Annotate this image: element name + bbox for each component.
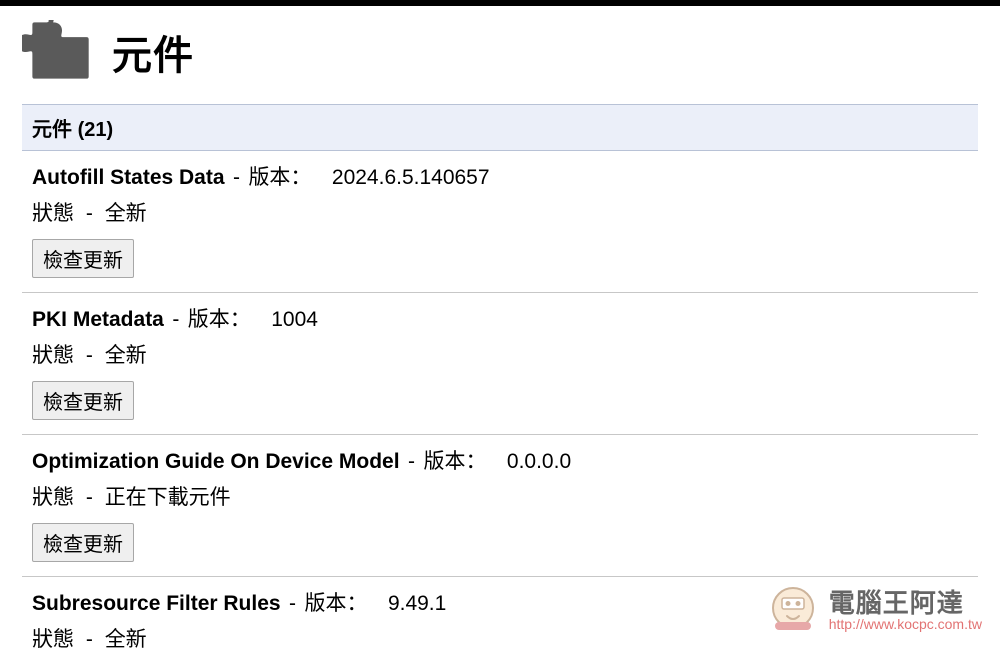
status-label: 狀態	[32, 628, 74, 651]
section-label: 元件	[32, 119, 72, 141]
check-update-button[interactable]: 檢查更新	[32, 523, 134, 562]
component-row: PKI Metadata - 版本： 1004 狀態 - 全新 檢查更新	[22, 293, 978, 435]
component-name: Subresource Filter Rules	[32, 592, 281, 615]
page-header: 元件	[22, 6, 978, 104]
separator: -	[86, 202, 93, 225]
separator: -	[408, 450, 415, 473]
status-label: 狀態	[32, 486, 74, 509]
check-update-button[interactable]: 檢查更新	[32, 239, 134, 278]
separator: -	[86, 486, 93, 509]
check-update-button[interactable]: 檢查更新	[32, 381, 134, 420]
component-name: Optimization Guide On Device Model	[32, 450, 400, 473]
separator: -	[172, 308, 179, 331]
component-row: Subresource Filter Rules - 版本： 9.49.1 狀態…	[22, 577, 978, 657]
status-label: 狀態	[32, 344, 74, 367]
status-value: 全新	[105, 344, 147, 367]
section-count: (21)	[78, 119, 114, 141]
separator: -	[86, 628, 93, 651]
version-label: 版本：	[248, 166, 311, 189]
version-value: 1004	[271, 308, 318, 331]
component-row: Autofill States Data - 版本： 2024.6.5.1406…	[22, 151, 978, 293]
version-label: 版本：	[188, 308, 251, 331]
version-label: 版本：	[304, 592, 367, 615]
separator: -	[233, 166, 240, 189]
component-name: Autofill States Data	[32, 166, 225, 189]
version-value: 9.49.1	[388, 592, 446, 615]
puzzle-icon	[22, 20, 112, 84]
component-row: Optimization Guide On Device Model - 版本：…	[22, 435, 978, 577]
status-value: 全新	[105, 202, 147, 225]
status-value: 全新	[105, 628, 147, 651]
component-list: Autofill States Data - 版本： 2024.6.5.1406…	[22, 151, 978, 657]
version-value: 2024.6.5.140657	[332, 166, 490, 189]
version-label: 版本：	[423, 450, 486, 473]
version-value: 0.0.0.0	[507, 450, 571, 473]
separator: -	[289, 592, 296, 615]
separator: -	[86, 344, 93, 367]
page-title: 元件	[112, 23, 194, 81]
status-label: 狀態	[32, 202, 74, 225]
status-value: 正在下載元件	[105, 486, 231, 509]
component-name: PKI Metadata	[32, 308, 164, 331]
section-header: 元件 (21)	[22, 104, 978, 151]
